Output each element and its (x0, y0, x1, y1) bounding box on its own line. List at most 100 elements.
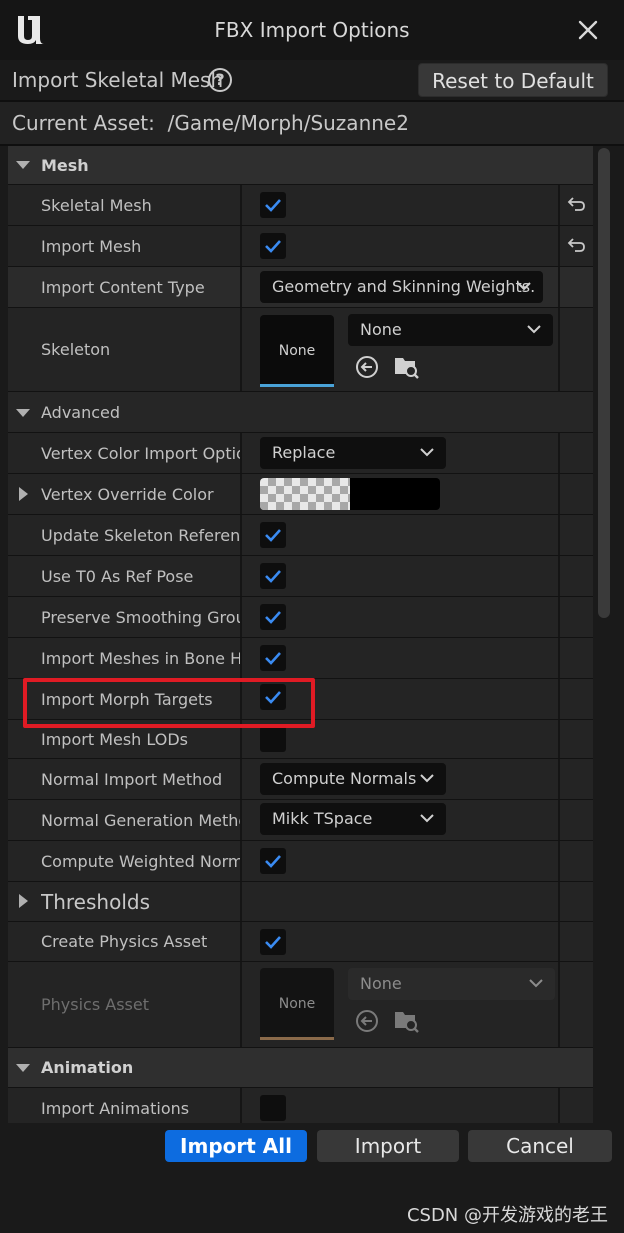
update-skeleton-ref-checkbox[interactable] (260, 522, 286, 548)
help-icon[interactable]: ? (208, 68, 232, 92)
window-title: FBX Import Options (214, 18, 410, 42)
close-icon[interactable] (574, 16, 602, 44)
category-label: Animation (41, 1058, 134, 1077)
property-label: Compute Weighted Normals (41, 851, 241, 871)
skeletal-mesh-checkbox[interactable] (260, 192, 286, 218)
annotation-highlight-box (23, 678, 315, 728)
scrollbar-thumb[interactable] (598, 148, 610, 618)
create-physics-asset-checkbox[interactable] (260, 929, 286, 955)
property-label: Vertex Override Color (41, 484, 214, 504)
category-advanced[interactable]: Advanced (8, 392, 593, 433)
import-type-label: Import Skeletal Mesh (12, 68, 224, 92)
import-all-button[interactable]: Import All (165, 1130, 307, 1162)
import-content-type-dropdown[interactable]: Geometry and Skinning Weights. (260, 271, 543, 303)
property-label: Vertex Color Import Option (41, 443, 241, 463)
property-label: Import Mesh (41, 236, 142, 256)
property-label: Import Content Type (41, 277, 205, 297)
reset-arrow-icon[interactable] (566, 196, 586, 214)
preserve-smoothing-checkbox[interactable] (260, 604, 286, 630)
browse-asset-icon[interactable] (392, 352, 420, 380)
checkmark-icon (265, 855, 281, 868)
dropdown-value: Compute Normals (272, 769, 417, 788)
property-row-preserve-smoothing: Preserve Smoothing Groups (8, 597, 593, 638)
thumbnail-label: None (278, 343, 316, 359)
current-asset-label: Current Asset: /Game/Morph/Suzanne2 (12, 111, 409, 135)
property-label: Preserve Smoothing Groups (41, 607, 241, 627)
category-thresholds[interactable]: Thresholds (8, 882, 593, 922)
vertex-override-color-swatch[interactable] (260, 478, 440, 510)
property-label: Create Physics Asset (41, 932, 208, 951)
property-row-skeleton: Skeleton None None (8, 308, 593, 392)
watermark-text: CSDN @开发游戏的老王 (406, 1205, 608, 1226)
import-button[interactable]: Import (317, 1130, 459, 1162)
dropdown-value: Mikk TSpace (272, 809, 373, 828)
import-mesh-checkbox[interactable] (260, 233, 286, 259)
property-row-vertex-override-color: Vertex Override Color (8, 474, 593, 515)
physics-asset-picker: None (348, 968, 555, 1000)
property-label: Physics Asset (41, 995, 149, 1014)
checkmark-icon (265, 611, 281, 624)
expand-arrow-icon[interactable] (19, 487, 28, 501)
property-label: Skeleton (41, 340, 111, 359)
property-row-create-physics-asset: Create Physics Asset (8, 922, 593, 962)
dropdown-value: None (360, 974, 402, 993)
normal-generation-method-dropdown[interactable]: Mikk TSpace (260, 803, 446, 835)
thumbnail-label: None (278, 996, 316, 1012)
category-animation[interactable]: Animation (8, 1048, 593, 1088)
reset-arrow-icon[interactable] (566, 237, 586, 255)
unreal-logo-icon (18, 16, 44, 44)
dropdown-value: Replace (272, 443, 336, 462)
property-row-import-mesh: Import Mesh (8, 226, 593, 267)
property-label: Normal Import Method (41, 769, 223, 789)
compute-weighted-normals-checkbox[interactable] (260, 848, 286, 874)
use-selected-asset-icon[interactable] (354, 354, 380, 380)
chevron-down-icon (529, 979, 543, 988)
vertex-color-import-dropdown[interactable]: Replace (260, 437, 446, 469)
import-bone-hierarchy-checkbox[interactable] (260, 645, 286, 671)
property-row-compute-weighted-normals: Compute Weighted Normals (8, 841, 593, 882)
category-label: Mesh (41, 155, 89, 175)
skeleton-asset-picker[interactable]: None (348, 314, 553, 346)
browse-asset-icon (395, 1012, 419, 1033)
physics-asset-thumbnail: None (260, 968, 334, 1040)
dropdown-value: None (360, 320, 402, 339)
property-row-normal-generation-method: Normal Generation Method Mikk TSpace (8, 800, 593, 841)
expand-arrow-icon[interactable] (19, 894, 28, 908)
collapse-arrow-icon[interactable] (16, 1064, 30, 1072)
collapse-arrow-icon[interactable] (16, 161, 30, 169)
property-row-import-content-type: Import Content Type Geometry and Skinnin… (8, 267, 593, 308)
use-t0-checkbox[interactable] (260, 563, 286, 589)
checkmark-icon (265, 570, 281, 583)
property-label: Use T0 As Ref Pose (41, 566, 194, 586)
category-label: Advanced (41, 402, 121, 422)
details-panel: Mesh Skeletal Mesh Import Mesh Import Co… (0, 146, 624, 1123)
category-label: Thresholds (41, 889, 150, 914)
import-animations-checkbox[interactable] (260, 1095, 286, 1121)
property-label: Import Animations (41, 1098, 190, 1118)
chevron-down-icon (420, 448, 434, 457)
property-row-update-skeleton-ref: Update Skeleton Referenc... (8, 515, 593, 556)
property-row-vertex-color-import: Vertex Color Import Option Replace (8, 433, 593, 474)
import-mesh-lods-checkbox[interactable] (260, 726, 286, 752)
reset-to-default-button[interactable]: Reset to Default (418, 63, 608, 97)
chevron-down-icon (517, 282, 531, 291)
property-row-skeletal-mesh: Skeletal Mesh (8, 185, 593, 226)
normal-import-method-dropdown[interactable]: Compute Normals (260, 763, 446, 795)
property-row-import-bone-hierarchy: Import Meshes in Bone Hi... (8, 638, 593, 679)
property-label: Import Meshes in Bone Hi... (41, 648, 241, 668)
property-row-use-t0: Use T0 As Ref Pose (8, 556, 593, 597)
chevron-down-icon (420, 814, 434, 823)
checkmark-icon (265, 529, 281, 542)
checkmark-icon (265, 652, 281, 665)
skeleton-thumbnail[interactable]: None (260, 315, 334, 387)
chevron-down-icon (527, 325, 541, 334)
property-label: Skeletal Mesh (41, 195, 152, 215)
property-row-normal-import-method: Normal Import Method Compute Normals (8, 759, 593, 800)
cancel-button[interactable]: Cancel (468, 1130, 612, 1162)
checkmark-icon (265, 199, 281, 212)
property-row-physics-asset: Physics Asset None None (8, 962, 593, 1048)
collapse-arrow-icon[interactable] (16, 409, 30, 417)
category-mesh[interactable]: Mesh (8, 146, 593, 185)
checkmark-icon (265, 240, 281, 253)
property-label: Update Skeleton Referenc... (41, 525, 241, 545)
